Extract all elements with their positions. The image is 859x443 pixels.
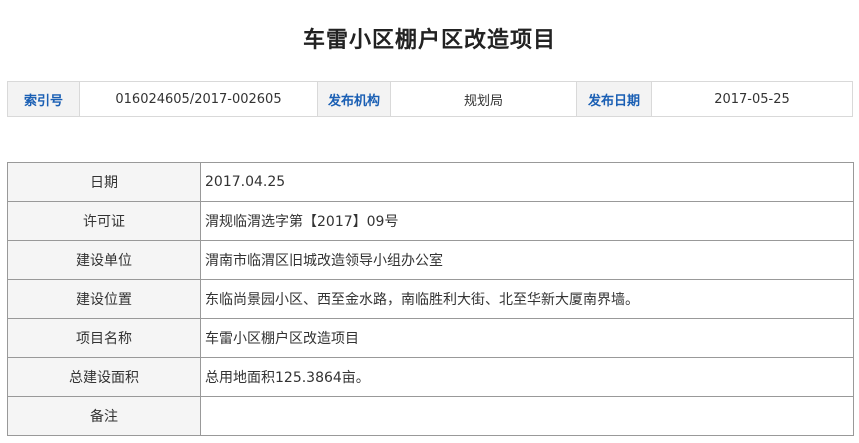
page-title: 车雷小区棚户区改造项目 [302,28,556,53]
meta-info-row: 索引号 016024605/2017-002605 发布机构 规划局 发布日期 … [7,81,853,117]
detail-row-date: 日期 2017.04.25 [7,162,854,202]
detail-label: 总建设面积 [7,357,201,397]
detail-value: 总用地面积125.3864亩。 [200,357,854,397]
detail-label: 许可证 [7,201,201,241]
detail-row-project-name: 项目名称 车雷小区棚户区改造项目 [7,318,854,358]
detail-label: 备注 [7,396,201,436]
detail-value: 渭南市临渭区旧城改造领导小组办公室 [200,240,854,280]
index-number-label: 索引号 [7,81,80,117]
detail-label: 建设位置 [7,279,201,319]
detail-row-construction-location: 建设位置 东临尚景园小区、西至金水路，南临胜利大街、北至华新大厦南界墙。 [7,279,854,319]
detail-value: 渭规临渭选字第【2017】09号 [200,201,854,241]
detail-value: 2017.04.25 [200,162,854,202]
detail-row-construction-unit: 建设单位 渭南市临渭区旧城改造领导小组办公室 [7,240,854,280]
publishing-org-value: 规划局 [390,81,577,117]
detail-value: 东临尚景园小区、西至金水路，南临胜利大街、北至华新大厦南界墙。 [200,279,854,319]
publish-date-label: 发布日期 [576,81,652,117]
detail-value [200,396,854,436]
detail-row-total-area: 总建设面积 总用地面积125.3864亩。 [7,357,854,397]
project-detail-table: 日期 2017.04.25 许可证 渭规临渭选字第【2017】09号 建设单位 … [7,162,854,436]
detail-label: 建设单位 [7,240,201,280]
detail-label: 日期 [7,162,201,202]
meta-info-table: 索引号 016024605/2017-002605 发布机构 规划局 发布日期 … [7,81,853,117]
detail-label: 项目名称 [7,318,201,358]
publish-date-value: 2017-05-25 [651,81,853,117]
detail-row-remarks: 备注 [7,396,854,436]
detail-value: 车雷小区棚户区改造项目 [200,318,854,358]
publishing-org-label: 发布机构 [317,81,391,117]
index-number-value: 016024605/2017-002605 [79,81,318,117]
detail-row-permit: 许可证 渭规临渭选字第【2017】09号 [7,201,854,241]
